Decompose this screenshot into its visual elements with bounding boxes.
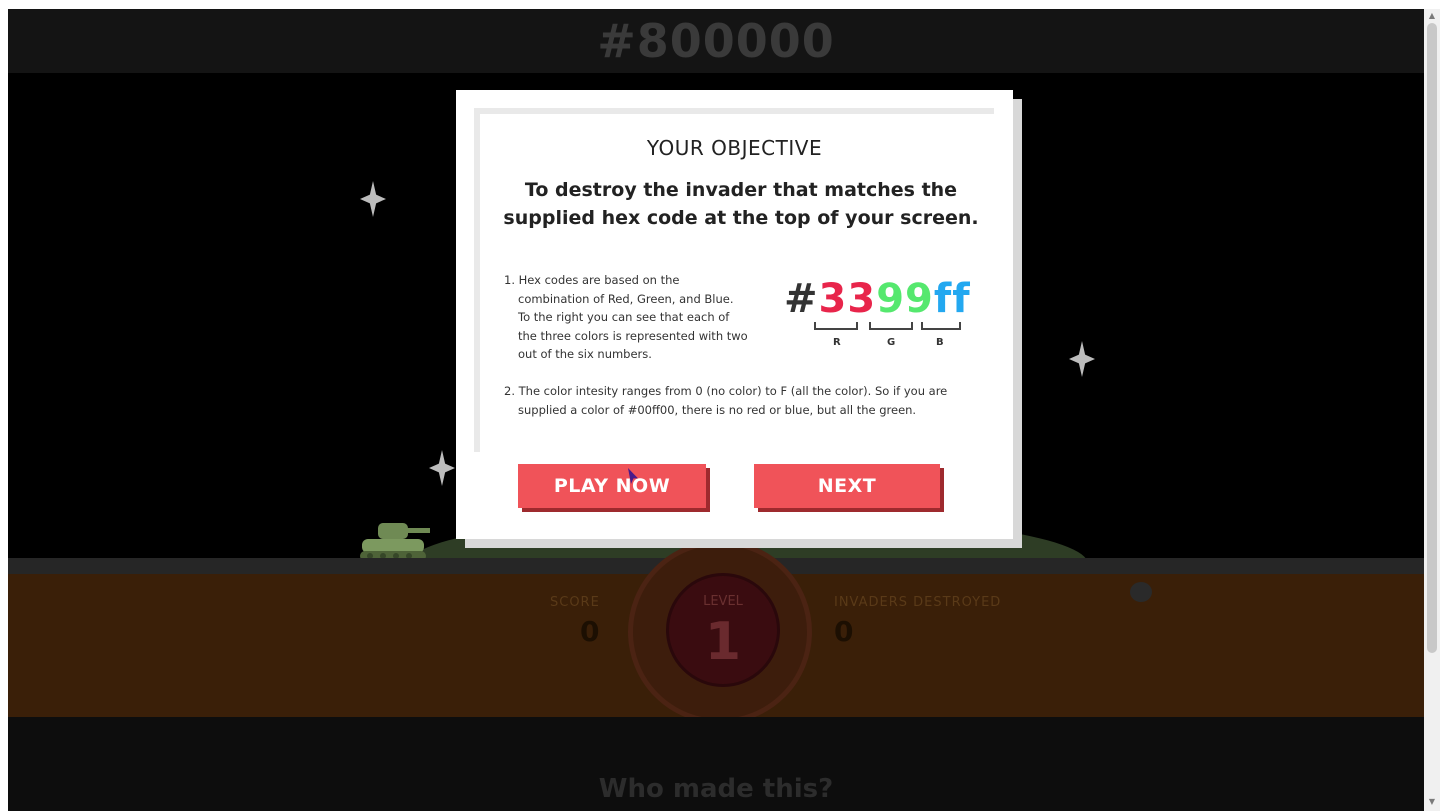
hex-example: #3399ff <box>784 276 971 322</box>
instruction-2-line: supplied a color of #00ff00, there is no… <box>518 402 917 417</box>
instruction-1-line: 1. Hex codes are based on the <box>504 273 680 287</box>
hex-example-green: 99 <box>876 276 934 322</box>
blue-bracket <box>921 322 961 330</box>
footer-title: Who made this? <box>598 774 834 804</box>
instruction-1-line: combination of Red, Green, and Blue. <box>518 291 734 306</box>
instruction-1-line: out of the six numbers. <box>518 347 652 361</box>
modal-heading: YOUR OBJECTIVE <box>646 136 823 160</box>
scroll-thumb[interactable] <box>1427 23 1437 653</box>
sound-toggle-icon[interactable] <box>1130 582 1152 602</box>
footer: Who made this? <box>8 717 1424 811</box>
red-bracket <box>814 322 858 330</box>
level-number: 1 <box>704 612 742 672</box>
red-channel-label: R <box>833 337 841 348</box>
invaders-destroyed-label: INVADERS DESTROYED <box>834 595 1002 610</box>
level-badge-inner: LEVEL 1 <box>666 573 780 687</box>
next-button[interactable]: NEXT <box>754 464 940 508</box>
hex-example-hash: # <box>784 276 819 322</box>
score-value: 0 <box>580 615 600 648</box>
sparkle-star-icon <box>429 450 455 486</box>
instruction-2-line: 2. The color intesity ranges from 0 (no … <box>504 384 948 398</box>
page-scrollbar[interactable]: ▲ ▼ <box>1424 9 1440 811</box>
level-label: LEVEL <box>703 594 743 609</box>
green-channel-label: G <box>887 337 896 348</box>
play-now-button[interactable]: PLAY NOW <box>518 464 706 508</box>
invaders-destroyed-value: 0 <box>834 615 854 648</box>
player-tank-icon <box>360 523 430 561</box>
level-badge: LEVEL 1 <box>628 540 812 724</box>
instruction-1-line: To the right you can see that each of <box>518 310 730 324</box>
modal-subheading: To destroy the invader that matches the … <box>503 179 979 229</box>
green-bracket <box>869 322 913 330</box>
sparkle-star-icon <box>1069 341 1095 377</box>
objective-modal: YOUR OBJECTIVE To destroy the invader th… <box>456 90 1013 539</box>
hex-example-red: 33 <box>818 276 877 322</box>
score-label: SCORE <box>550 595 600 610</box>
blue-channel-label: B <box>936 337 944 348</box>
modal-frame-top <box>474 108 994 114</box>
scroll-down-arrow-icon[interactable]: ▼ <box>1424 797 1440 806</box>
scroll-up-arrow-icon[interactable]: ▲ <box>1424 11 1440 20</box>
instruction-2: 2. The color intesity ranges from 0 (no … <box>504 382 974 419</box>
target-hex-code: #800000 <box>8 9 1424 73</box>
instruction-1-line: the three colors is represented with two <box>518 328 748 343</box>
instruction-1: 1. Hex codes are based on the combinatio… <box>504 271 756 364</box>
sparkle-star-icon <box>360 181 386 217</box>
hex-example-blue: ff <box>933 276 971 322</box>
